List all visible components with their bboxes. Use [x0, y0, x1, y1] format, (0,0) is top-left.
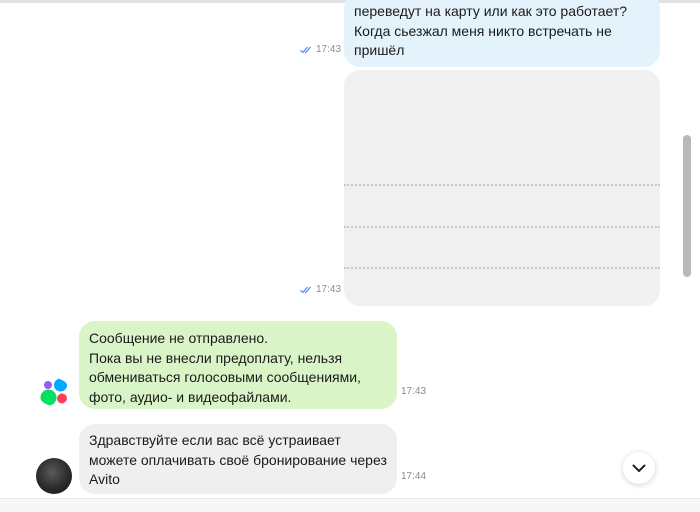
image-artifact-line	[344, 267, 660, 269]
outgoing-message-bubble[interactable]: переведут на карту или как это работает?…	[344, 0, 660, 67]
image-artifact-line	[344, 226, 660, 228]
scroll-to-bottom-button[interactable]	[623, 452, 655, 484]
double-check-icon	[300, 286, 311, 293]
message-time: 17:44	[401, 471, 427, 482]
message-meta: 17:43	[401, 386, 426, 397]
message-meta: 17:43	[300, 284, 341, 295]
system-notice-bubble: Сообщение не отправлено. Пока вы не внес…	[79, 321, 397, 409]
message-line: Когда сьезжал меня никто встречать не	[354, 22, 612, 39]
message-time: 17:43	[401, 386, 427, 397]
message-meta: 17:43	[300, 44, 341, 55]
message-line: Здравствуйте если вас всё устраивает	[89, 432, 341, 448]
chat-message-list[interactable]: переведут на карту или как это работает?…	[0, 0, 680, 498]
message-line: Avito	[89, 471, 120, 487]
double-check-icon	[300, 46, 311, 53]
message-line: переведут на карту или как это работает?	[354, 3, 628, 19]
message-line: пришёл	[354, 42, 405, 58]
avito-logo-icon	[40, 378, 67, 406]
message-time: 17:43	[316, 284, 342, 295]
message-time: 17:43	[316, 44, 342, 55]
image-artifact-line	[344, 184, 660, 186]
message-line: можете оплачивать своё бронирование чере…	[89, 451, 387, 468]
user-avatar[interactable]	[36, 458, 72, 494]
notice-line: обмениваться голосовыми сообщениями,	[89, 369, 361, 385]
notice-line: Пока вы не внесли предоплату, нельзя	[89, 349, 343, 366]
outgoing-image-attachment[interactable]	[344, 70, 660, 306]
notice-line: Сообщение не отправлено.	[89, 330, 269, 346]
chevron-down-icon	[632, 464, 646, 472]
scrollbar-thumb[interactable]	[683, 135, 691, 277]
message-meta: 17:44	[401, 471, 426, 482]
composer-area-edge	[0, 498, 700, 512]
notice-line: фото, аудио- и видеофайлами.	[89, 388, 292, 405]
incoming-message-bubble[interactable]: Здравствуйте если вас всё устраивает мож…	[79, 424, 397, 494]
